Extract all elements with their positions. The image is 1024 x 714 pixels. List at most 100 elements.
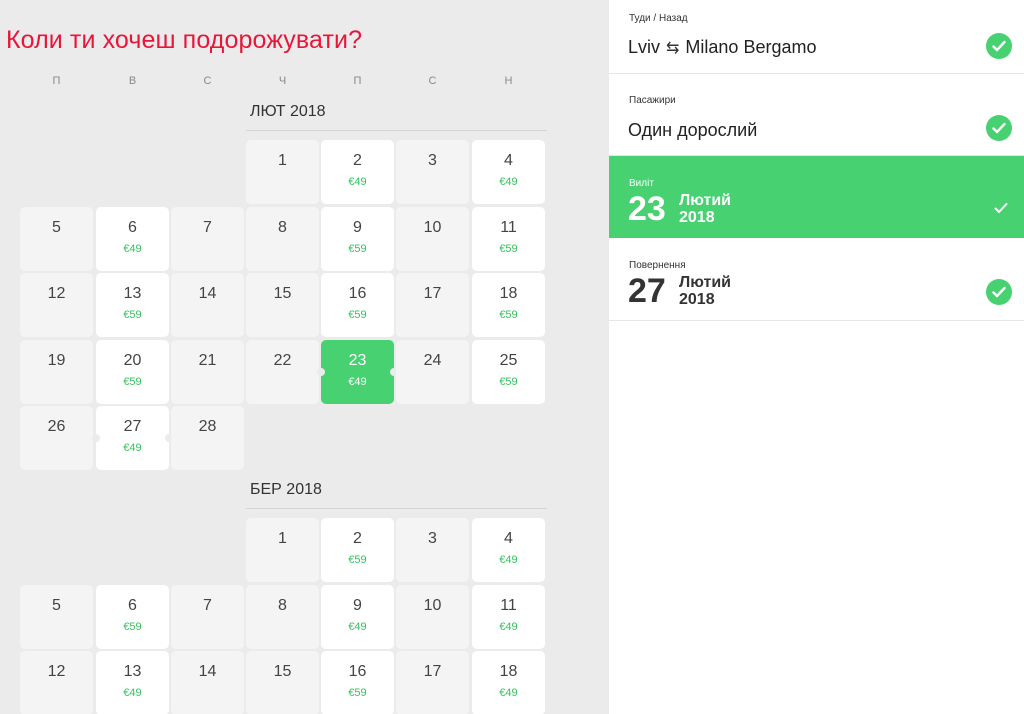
calendar-day[interactable]: 19 — [20, 340, 93, 404]
calendar-day[interactable]: 3 — [396, 518, 469, 582]
calendar-day[interactable]: 6 €59 — [96, 585, 169, 649]
calendar-day[interactable]: 11 €59 — [472, 207, 545, 271]
day-number: 6 — [128, 597, 137, 614]
day-price: €49 — [348, 376, 367, 388]
calendar-day[interactable]: 5 — [20, 585, 93, 649]
day-number: 28 — [198, 418, 217, 435]
day-price: €49 — [348, 176, 367, 188]
calendar-day[interactable]: 6 €49 — [96, 207, 169, 271]
weekday-label: В — [128, 75, 137, 87]
day-number: 4 — [504, 530, 513, 547]
day-number: 25 — [499, 352, 518, 369]
weekday-label: П — [52, 75, 61, 87]
day-price: €59 — [348, 243, 367, 255]
day-number: 10 — [423, 219, 442, 236]
calendar-day[interactable]: 4 €49 — [472, 518, 545, 582]
day-price: €59 — [499, 243, 518, 255]
day-number: 13 — [123, 663, 142, 680]
calendar-day[interactable]: 16 €59 — [321, 273, 394, 337]
calendar-day[interactable]: 25 €59 — [472, 340, 545, 404]
calendar-day[interactable]: 28 — [171, 406, 244, 470]
weekday-label: Н — [504, 75, 513, 87]
return-month: Лютий — [679, 274, 731, 291]
day-price: €49 — [499, 554, 518, 566]
day-number: 8 — [278, 597, 287, 614]
departure-row[interactable]: Виліт 23 Лютий 2018 — [609, 156, 1024, 238]
calendar-day[interactable]: 2 €49 — [321, 140, 394, 204]
day-number: 12 — [47, 285, 66, 302]
return-day: 27 — [628, 272, 666, 310]
calendar-day[interactable]: 4 €49 — [472, 140, 545, 204]
day-number: 1 — [278, 152, 287, 169]
origin-city: Lviv — [628, 37, 661, 57]
calendar-day-selected[interactable]: 23 €49 — [317, 340, 398, 404]
day-number: 26 — [47, 418, 66, 435]
check-icon — [986, 33, 1012, 59]
day-number: 8 — [278, 219, 287, 236]
day-number: 10 — [423, 597, 442, 614]
trip-summary-panel: Туди / Назад Lviv ⇆ Milano Bergamo Пасажир… — [609, 0, 1024, 714]
day-number: 18 — [499, 663, 518, 680]
day-number: 7 — [203, 597, 212, 614]
day-price: €59 — [123, 376, 142, 388]
calendar-day[interactable]: 21 — [171, 340, 244, 404]
check-icon — [986, 115, 1012, 141]
calendar-day[interactable]: 9 €59 — [321, 207, 394, 271]
departure-label: Виліт — [629, 178, 654, 189]
ticket-notch — [317, 368, 325, 376]
calendar-day[interactable]: 9 €49 — [321, 585, 394, 649]
day-number: 16 — [348, 285, 367, 302]
calendar-day[interactable]: 13 €59 — [96, 273, 169, 337]
calendar-day[interactable]: 17 — [396, 651, 469, 714]
calendar-day[interactable]: 16 €59 — [321, 651, 394, 714]
passengers-value: Один дорослий — [628, 120, 758, 140]
calendar-day[interactable]: 24 — [396, 340, 469, 404]
day-price: €49 — [499, 687, 518, 699]
calendar-day[interactable]: 26 — [20, 406, 93, 470]
calendar-day[interactable]: 7 — [171, 585, 244, 649]
calendar-day[interactable]: 14 — [171, 651, 244, 714]
day-price: €49 — [123, 243, 142, 255]
calendar-day[interactable]: 13 €49 — [96, 651, 169, 714]
route-row[interactable]: Туди / Назад Lviv ⇆ Milano Bergamo — [609, 0, 1024, 74]
day-number: 21 — [198, 352, 217, 369]
destination-city: Milano Bergamo — [685, 37, 817, 57]
calendar-day[interactable]: 10 — [396, 585, 469, 649]
day-price: €59 — [348, 309, 367, 321]
day-number: 9 — [353, 219, 362, 236]
calendar-day[interactable]: 1 — [246, 140, 319, 204]
calendar-day[interactable]: 15 — [246, 273, 319, 337]
calendar-day[interactable]: 7 — [171, 207, 244, 271]
calendar-day[interactable]: 12 — [20, 651, 93, 714]
route-label: Туди / Назад — [629, 13, 688, 24]
calendar-day[interactable]: 8 — [246, 585, 319, 649]
calendar-day[interactable]: 12 — [20, 273, 93, 337]
calendar-day[interactable]: 18 €59 — [472, 273, 545, 337]
calendar-day[interactable]: 15 — [246, 651, 319, 714]
calendar-day[interactable]: 22 — [246, 340, 319, 404]
calendar-panel: Коли ти хочеш подорожувати? П В С Ч П С Н ЛЮТ … — [0, 0, 609, 714]
calendar-day[interactable]: 18 €49 — [472, 651, 545, 714]
day-number: 16 — [348, 663, 367, 680]
calendar-day[interactable]: 14 — [171, 273, 244, 337]
day-number: 3 — [428, 152, 437, 169]
calendar-day[interactable]: 11 €49 — [472, 585, 545, 649]
calendar-day[interactable]: 3 — [396, 140, 469, 204]
day-number: 15 — [273, 285, 292, 302]
day-number: 5 — [52, 219, 61, 236]
calendar-day[interactable]: 8 — [246, 207, 319, 271]
day-number: 2 — [353, 530, 362, 547]
day-number: 24 — [423, 352, 442, 369]
return-row[interactable]: Повернення 27 Лютий 2018 — [609, 238, 1024, 321]
calendar-day[interactable]: 1 — [246, 518, 319, 582]
calendar-day[interactable]: 10 — [396, 207, 469, 271]
day-price: €49 — [499, 176, 518, 188]
passengers-row[interactable]: Пасажири Один дорослий — [609, 74, 1024, 156]
calendar-day[interactable]: 2 €59 — [321, 518, 394, 582]
day-number: 11 — [500, 219, 517, 236]
day-number: 27 — [123, 418, 142, 435]
calendar-day[interactable]: 5 — [20, 207, 93, 271]
calendar-day[interactable]: 27 €49 — [92, 406, 173, 470]
calendar-day[interactable]: 20 €59 — [96, 340, 169, 404]
calendar-day[interactable]: 17 — [396, 273, 469, 337]
